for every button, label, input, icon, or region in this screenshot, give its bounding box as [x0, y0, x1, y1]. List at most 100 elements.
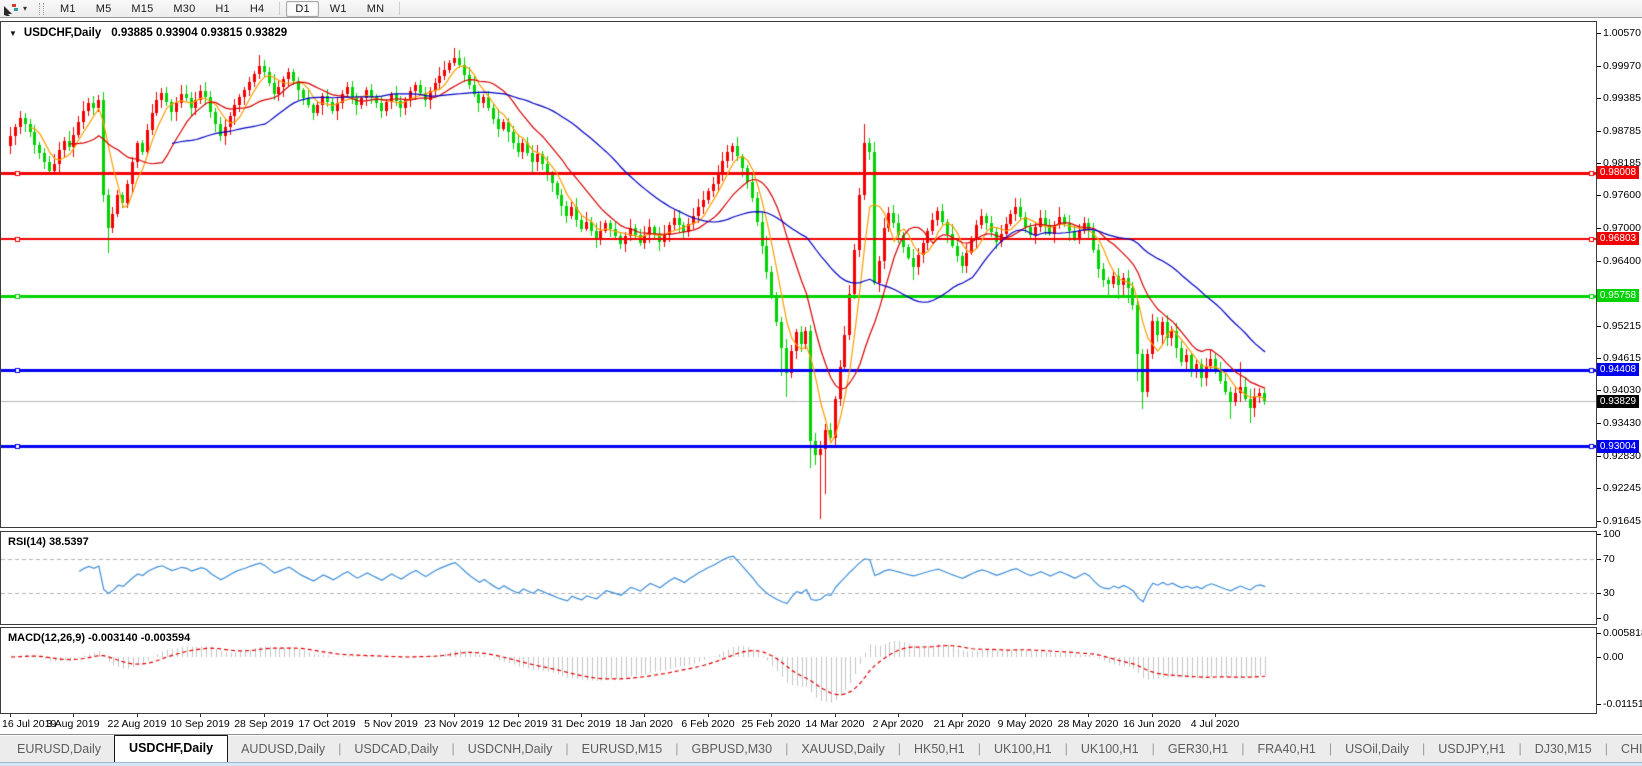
price-tick-label: 0.96400 — [1603, 255, 1641, 267]
macd-tick-label: 0.005818 — [1603, 627, 1642, 639]
axis-tick-mark — [1597, 521, 1601, 522]
chart-tab-xauusd-daily[interactable]: XAUUSD,Daily — [788, 737, 897, 762]
rsi-canvas[interactable] — [1, 532, 1596, 624]
axis-tick-mark — [1597, 33, 1601, 34]
timeframe-toolbar: ▾ M1M5M15M30H1H4 D1W1MN — [0, 0, 1642, 18]
date-tick-mark — [644, 714, 645, 717]
timeframe-button-m30[interactable]: M30 — [164, 1, 204, 17]
date-tick-mark — [137, 714, 138, 717]
axis-tick-mark — [1597, 618, 1601, 619]
date-label: 4 Jul 2020 — [1170, 718, 1260, 730]
tool-dropdown-icon[interactable]: ▾ — [23, 4, 27, 13]
axis-tick-mark — [1597, 633, 1601, 634]
chart-tab-usdcnh-daily[interactable]: USDCNH,Daily — [455, 737, 566, 762]
timeframe-button-m5[interactable]: M5 — [87, 1, 121, 17]
axis-tick-mark — [1597, 657, 1601, 658]
date-axis[interactable]: 16 Jul 20193 Aug 201922 Aug 201910 Sep 2… — [0, 714, 1597, 734]
chart-tab-usoil-daily[interactable]: USOil,Daily — [1332, 737, 1422, 762]
chart-tab-eurusd-daily[interactable]: EURUSD,Daily — [4, 737, 114, 762]
axis-tick-mark — [1597, 228, 1601, 229]
chart-tab-bar: EURUSD,DailyUSDCHF,DailyAUDUSD,Daily|USD… — [0, 734, 1642, 762]
timeframe-button-h4[interactable]: H4 — [241, 1, 273, 17]
axis-tick-mark — [1597, 488, 1601, 489]
date-tick-mark — [1088, 714, 1089, 717]
price-tick-label: 1.00570 — [1603, 27, 1641, 39]
date-tick-mark — [771, 714, 772, 717]
toolbar-separator — [279, 2, 280, 15]
date-tick-mark — [1152, 714, 1153, 717]
chart-title: ▼ USDCHF,Daily 0.93885 0.93904 0.93815 0… — [9, 27, 287, 39]
price-tick-label: 0.95215 — [1603, 320, 1641, 332]
axis-tick-mark — [1597, 326, 1601, 327]
axis-tick-mark — [1597, 261, 1601, 262]
axis-tick-mark — [1597, 423, 1601, 424]
toolbar-grip — [39, 3, 44, 15]
axis-tick-mark — [1597, 163, 1601, 164]
axis-tick-mark — [1597, 358, 1601, 359]
timeframe-button-d1[interactable]: D1 — [286, 1, 318, 17]
date-tick-mark — [835, 714, 836, 717]
chart-tabs: EURUSD,DailyUSDCHF,DailyAUDUSD,Daily|USD… — [4, 735, 1642, 762]
main-chart-panel: ▼ USDCHF,Daily 0.93885 0.93904 0.93815 0… — [0, 21, 1597, 528]
hline-price-label[interactable]: 0.94408 — [1597, 363, 1639, 376]
price-axis[interactable]: 1.005700.999700.993850.987850.981850.976… — [1597, 21, 1642, 714]
timeframe-button-mn[interactable]: MN — [358, 1, 394, 17]
chart-tab-usdjpy-h1[interactable]: USDJPY,H1 — [1425, 737, 1518, 762]
date-tick-mark — [898, 714, 899, 717]
axis-tick-mark — [1597, 704, 1601, 705]
draw-tool-icon[interactable] — [3, 2, 19, 16]
axis-tick-mark — [1597, 131, 1601, 132]
hline-price-label[interactable]: 0.98008 — [1597, 166, 1639, 179]
price-tick-label: 0.97600 — [1603, 189, 1641, 201]
chart-tab-gbpusd-m30[interactable]: GBPUSD,M30 — [679, 737, 786, 762]
chart-tab-hk50-h1[interactable]: HK50,H1 — [901, 737, 978, 762]
chart-tab-usdchf-daily[interactable]: USDCHF,Daily — [114, 735, 228, 762]
hline-price-label[interactable]: 0.96803 — [1597, 232, 1639, 245]
price-tick-label: 0.98785 — [1603, 125, 1641, 137]
axis-tick-mark — [1597, 390, 1601, 391]
rsi-tick-label: 70 — [1603, 553, 1615, 565]
chart-tab-dj30-m15[interactable]: DJ30,M15 — [1522, 737, 1605, 762]
macd-panel: MACD(12,26,9) -0.003140 -0.003594 — [0, 627, 1597, 714]
chart-tab-audusd-daily[interactable]: AUDUSD,Daily — [228, 737, 338, 762]
hline-price-label[interactable]: 0.95758 — [1597, 289, 1639, 302]
timeframe-button-m15[interactable]: M15 — [122, 1, 162, 17]
axis-tick-mark — [1597, 559, 1601, 560]
date-tick-mark — [264, 714, 265, 717]
axis-tick-mark — [1597, 195, 1601, 196]
date-tick-mark — [200, 714, 201, 717]
rsi-panel: RSI(14) 38.5397 — [0, 531, 1597, 625]
timeframe-button-m1[interactable]: M1 — [51, 1, 85, 17]
chart-tab-uk100-h1[interactable]: UK100,H1 — [981, 737, 1065, 762]
date-tick-mark — [1025, 714, 1026, 717]
date-tick-mark — [454, 714, 455, 717]
chart-tab-china300-h4[interactable]: CHINA300,H4 — [1608, 737, 1642, 762]
date-tick-mark — [581, 714, 582, 717]
collapse-chart-icon[interactable]: ▼ — [9, 29, 17, 38]
current-price-label: 0.93829 — [1597, 395, 1639, 408]
date-tick-mark — [962, 714, 963, 717]
rsi-tick-label: 0 — [1603, 612, 1609, 624]
main-chart-canvas[interactable] — [1, 22, 1596, 527]
axis-tick-mark — [1597, 456, 1601, 457]
macd-canvas[interactable] — [1, 628, 1596, 713]
axis-tick-mark — [1597, 66, 1601, 67]
date-tick-mark — [708, 714, 709, 717]
chart-tab-usdcad-daily[interactable]: USDCAD,Daily — [341, 737, 451, 762]
chart-tab-fra40-h1[interactable]: FRA40,H1 — [1245, 737, 1329, 762]
chart-tab-uk100-h1[interactable]: UK100,H1 — [1068, 737, 1152, 762]
price-tick-label: 0.93430 — [1603, 417, 1641, 429]
price-tick-label: 0.99970 — [1603, 60, 1641, 72]
toolbar-separator — [399, 2, 400, 15]
timeframe-button-w1[interactable]: W1 — [321, 1, 356, 17]
axis-tick-mark — [1597, 534, 1601, 535]
axis-tick-mark — [1597, 593, 1601, 594]
date-tick-mark — [73, 714, 74, 717]
chart-tab-eurusd-m15[interactable]: EURUSD,M15 — [569, 737, 676, 762]
timeframe-button-h1[interactable]: H1 — [206, 1, 238, 17]
chart-tab-ger30-h1[interactable]: GER30,H1 — [1155, 737, 1241, 762]
macd-label: MACD(12,26,9) -0.003140 -0.003594 — [8, 632, 190, 644]
date-tick-mark — [1215, 714, 1216, 717]
macd-tick-label: -0.011514 — [1603, 698, 1642, 710]
hline-price-label[interactable]: 0.93004 — [1597, 440, 1639, 453]
